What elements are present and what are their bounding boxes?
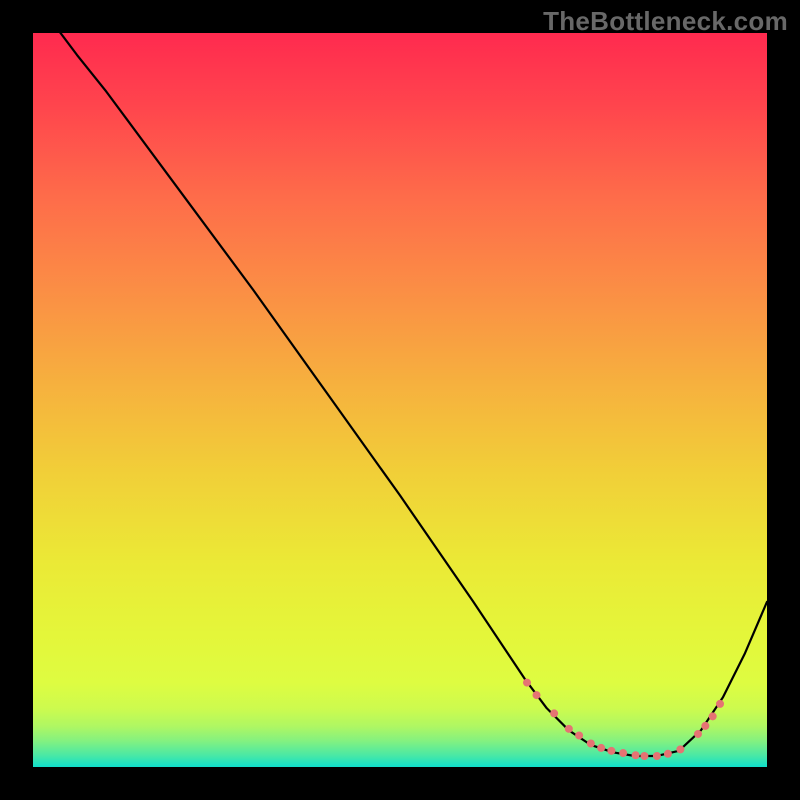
curve-marker bbox=[664, 750, 672, 758]
curve-marker bbox=[565, 725, 573, 733]
chart-frame: TheBottleneck.com bbox=[0, 0, 800, 800]
curve-marker bbox=[640, 752, 648, 760]
curve-marker bbox=[619, 749, 627, 757]
curve-marker bbox=[597, 744, 605, 752]
curve-marker bbox=[701, 722, 709, 730]
curve-marker bbox=[607, 747, 615, 755]
curve-marker bbox=[676, 745, 684, 753]
curve-marker bbox=[653, 752, 661, 760]
curve-marker bbox=[587, 740, 595, 748]
curve-marker bbox=[716, 700, 724, 708]
curve-marker bbox=[694, 730, 702, 738]
curve-marker bbox=[533, 691, 541, 699]
curve-marker bbox=[709, 712, 717, 720]
curve-marker bbox=[523, 679, 531, 687]
chart-plot bbox=[33, 33, 767, 767]
curve-marker bbox=[550, 709, 558, 717]
curve-marker bbox=[575, 731, 583, 739]
curve-marker bbox=[632, 751, 640, 759]
